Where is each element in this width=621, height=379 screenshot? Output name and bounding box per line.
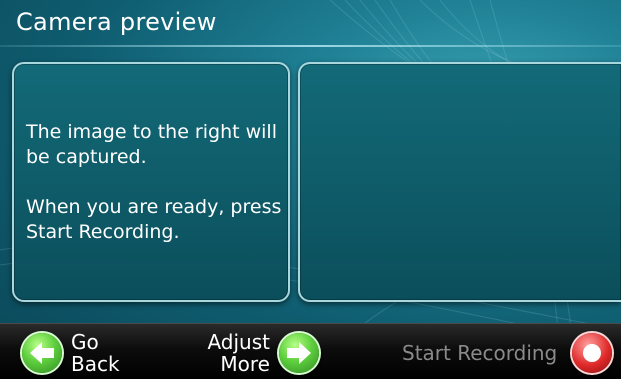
instructions-text: The image to the right will be captured.… [26,120,288,245]
start-recording-button[interactable]: Start Recording [396,324,621,379]
adjust-more-button[interactable]: Adjust More [190,324,330,379]
bottom-toolbar: Go Back Adjust More Start Recording [0,323,621,379]
go-back-button[interactable]: Go Back [0,324,140,379]
go-back-label-line2: Back [71,352,120,376]
adjust-more-label-line2: More [220,352,270,376]
right-arrow-icon [279,333,319,373]
camera-preview-area [298,62,621,302]
start-recording-label: Start Recording [402,341,558,365]
page-title: Camera preview [16,8,217,36]
adjust-more-label: Adjust More [198,331,270,375]
instruction-start: When you are ready, press Start Recordin… [26,196,282,243]
go-back-label-line1: Go [71,330,99,354]
title-divider [0,45,621,47]
left-arrow-icon [22,333,62,373]
kiosk-screen: Camera preview The image to the right wi… [0,0,621,379]
instructions-panel: The image to the right will be captured.… [12,62,290,302]
go-back-label: Go Back [71,331,120,375]
adjust-more-label-line1: Adjust [207,330,270,354]
instruction-capture: The image to the right will be captured. [26,121,277,168]
record-icon [572,333,612,373]
